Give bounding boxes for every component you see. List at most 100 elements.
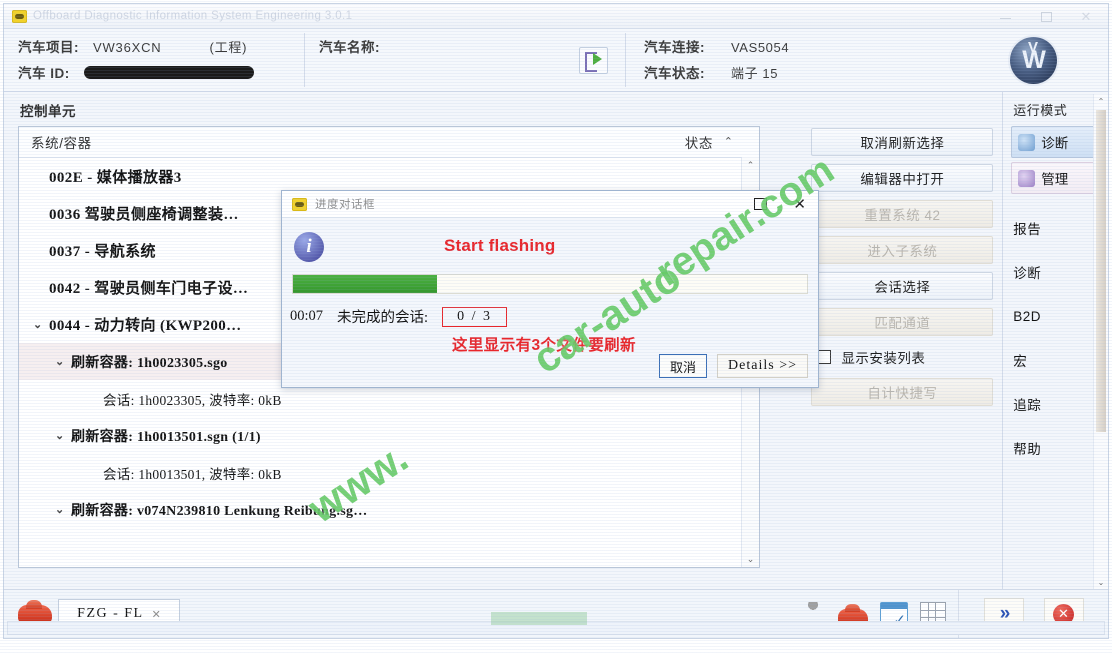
close-button[interactable]: ✕ [1078, 9, 1094, 23]
progress-label: 未完成的会话: [337, 310, 429, 326]
admin-icon [1018, 169, 1036, 187]
sidebar-section-label: 运行模式 [1013, 102, 1068, 118]
tree-item-label: 会话: 1h0023305, 波特率: 0kB [103, 392, 282, 408]
dialog-window-controls: ✕ [754, 197, 812, 212]
vehicle-name-row: 汽车名称: [319, 36, 561, 62]
elapsed-time: 00:07 [290, 308, 324, 324]
expand-caret-icon[interactable]: ⌄ [55, 503, 69, 516]
action-button[interactable]: 编辑器中打开 [811, 164, 994, 192]
sidebar-item-label: 诊断 [1041, 136, 1069, 151]
sidebar-item-diagnosis[interactable]: 诊断 [1011, 126, 1101, 158]
action-button: 重置系统 42 [811, 200, 994, 228]
scroll-down-icon[interactable]: ⌄ [742, 551, 759, 567]
progress-bar [292, 274, 808, 294]
vehicle-state-value: 端子 15 [731, 66, 779, 81]
sidebar-item-admin[interactable]: 管理 [1011, 162, 1101, 194]
tree-item-label: 会话: 1h0013501, 波特率: 0kB [103, 466, 282, 482]
sort-arrow-icon[interactable]: ⌃ [724, 135, 733, 148]
maximize-button[interactable] [1038, 9, 1054, 23]
dialog-close-button[interactable]: ✕ [793, 197, 806, 212]
project-row: 汽车项目: VW36XCN (工程) [18, 36, 304, 62]
vehicle-name-info: 汽车名称: [305, 29, 561, 91]
tree-item-label: 0044 - 动力转向 (KWP200… [49, 318, 242, 334]
connection-row: 汽车连接: VAS5054 [644, 36, 958, 62]
annotation-start-flashing: Start flashing [444, 236, 556, 255]
progress-count-badge: 0 / 3 [442, 306, 507, 327]
watermark-footer-block [491, 612, 587, 625]
tree-item-label: 刷新容器: 1h0023305.sgo [71, 355, 228, 371]
tree-item-label: 刷新容器: v074N239810 Lenkung Reibung.sg… [71, 503, 368, 519]
brand-logo-area [958, 29, 1108, 91]
action-button[interactable]: 取消刷新选择 [811, 128, 994, 156]
progress-status-line: 00:07 未完成的会话: 0 / 3 [290, 306, 507, 327]
sidebar-item-label: 帮助 [1013, 442, 1042, 457]
info-icon [294, 232, 324, 262]
vehicle-name-label: 汽车名称: [319, 40, 380, 55]
table-row[interactable]: ⌄ 刷新容器: 1h0013501.sgn (1/1) [19, 417, 759, 454]
sidebar-item-label: 诊断 [1013, 266, 1042, 281]
tab-label: FZG - FL [77, 606, 144, 621]
vehicle-state-label: 汽车状态: [644, 66, 705, 81]
window-title: Offboard Diagnostic Information System E… [33, 10, 353, 22]
tree-item-label: 002E - 媒体播放器3 [49, 170, 182, 186]
window-controls: ✕ [998, 9, 1104, 23]
project-info: 汽车项目: VW36XCN (工程) 汽车 ID: [4, 29, 304, 91]
scroll-thumb[interactable] [1096, 110, 1107, 432]
page-title: 控制单元 [20, 104, 76, 119]
vehicle-id-redacted [83, 66, 254, 79]
project-mode: (工程) [209, 40, 248, 55]
tree-header: 系统/容器 状态 ⌃ [19, 127, 759, 158]
edit-pencil-icon[interactable] [578, 46, 608, 74]
action-button-column: 取消刷新选择 编辑器中打开 重置系统 42 进入子系统会话选择匹配通道显示安装列表自计… [803, 92, 1003, 589]
sidebar-item-label: 宏 [1013, 354, 1028, 369]
dialog-body: Start flashing 00:07 未完成的会话: 0 / 3 这里显示有… [282, 218, 818, 388]
cancel-button[interactable]: 取消 [659, 354, 708, 378]
edit-vehicle-area [561, 29, 625, 91]
vehicle-id-label: 汽车 ID: [18, 66, 70, 81]
tree-item-label: 0037 - 导航系统 [49, 244, 156, 260]
title-bar: Offboard Diagnostic Information System E… [4, 4, 1108, 29]
scroll-up-icon[interactable]: ⌃ [1094, 94, 1108, 108]
progress-dialog[interactable]: 进度对话框 ✕ Start flashing 00:07 未完成的会话: 0 /… [281, 190, 819, 388]
sidebar-scrollbar[interactable]: ⌃ ⌄ [1093, 94, 1109, 589]
action-button: 匹配通道 [811, 308, 994, 336]
sidebar-item-label: 报告 [1013, 222, 1042, 237]
dialog-maximize-button[interactable] [754, 198, 768, 210]
expand-caret-icon[interactable]: ⌄ [55, 429, 69, 442]
connection-value: VAS5054 [731, 40, 790, 55]
dialog-buttons: 取消 Details >> [659, 354, 808, 378]
minimize-button[interactable] [998, 9, 1014, 23]
dialog-title: 进度对话框 [315, 199, 375, 211]
scroll-down-icon[interactable]: ⌄ [1094, 575, 1108, 589]
show-install-list-checkbox[interactable]: 显示安装列表 [811, 344, 993, 370]
action-button[interactable]: 会话选择 [811, 272, 994, 300]
close-icon[interactable]: ✕ [152, 608, 161, 621]
sidebar-item-label: B2D [1013, 308, 1041, 324]
expand-caret-icon[interactable]: ⌄ [33, 318, 47, 331]
scroll-up-icon[interactable]: ⌃ [742, 157, 759, 173]
dialog-title-bar: 进度对话框 ✕ [282, 191, 818, 218]
checkbox-icon[interactable] [817, 350, 832, 364]
annotation-file-count: 这里显示有3个文件要刷新 [452, 337, 636, 354]
vehicle-state-row: 汽车状态: 端子 15 [644, 62, 958, 88]
app-icon [12, 9, 27, 23]
application-window: Offboard Diagnostic Information System E… [3, 3, 1109, 639]
project-label: 汽车项目: [18, 40, 79, 55]
checkbox-label: 显示安装列表 [841, 351, 926, 366]
table-row[interactable]: 会话: 1h0013501, 波特率: 0kB [19, 454, 759, 491]
table-row[interactable]: ⌄ 刷新容器: v074N239810 Lenkung Reibung.sg… [19, 491, 759, 528]
action-button: 进入子系统 [811, 236, 994, 264]
details-button[interactable]: Details >> [717, 354, 808, 378]
app-icon [292, 197, 307, 211]
connection-label: 汽车连接: [644, 40, 705, 55]
column-header-system: 系统/容器 [31, 136, 92, 151]
connection-info: 汽车连接: VAS5054 汽车状态: 端子 15 [626, 29, 958, 91]
vw-logo-icon [1009, 36, 1057, 84]
column-header-status: 状态 [684, 136, 713, 151]
expand-caret-icon[interactable]: ⌄ [55, 355, 69, 368]
progress-bar-fill [293, 275, 437, 293]
project-value: VW36XCN [93, 40, 162, 55]
tree-item-label: 刷新容器: 1h0013501.sgn (1/1) [71, 429, 261, 445]
shortcut-write-button: 自计快捷写 [811, 378, 994, 406]
tree-item-label: 0036 驾驶员侧座椅调整装… [49, 207, 239, 223]
